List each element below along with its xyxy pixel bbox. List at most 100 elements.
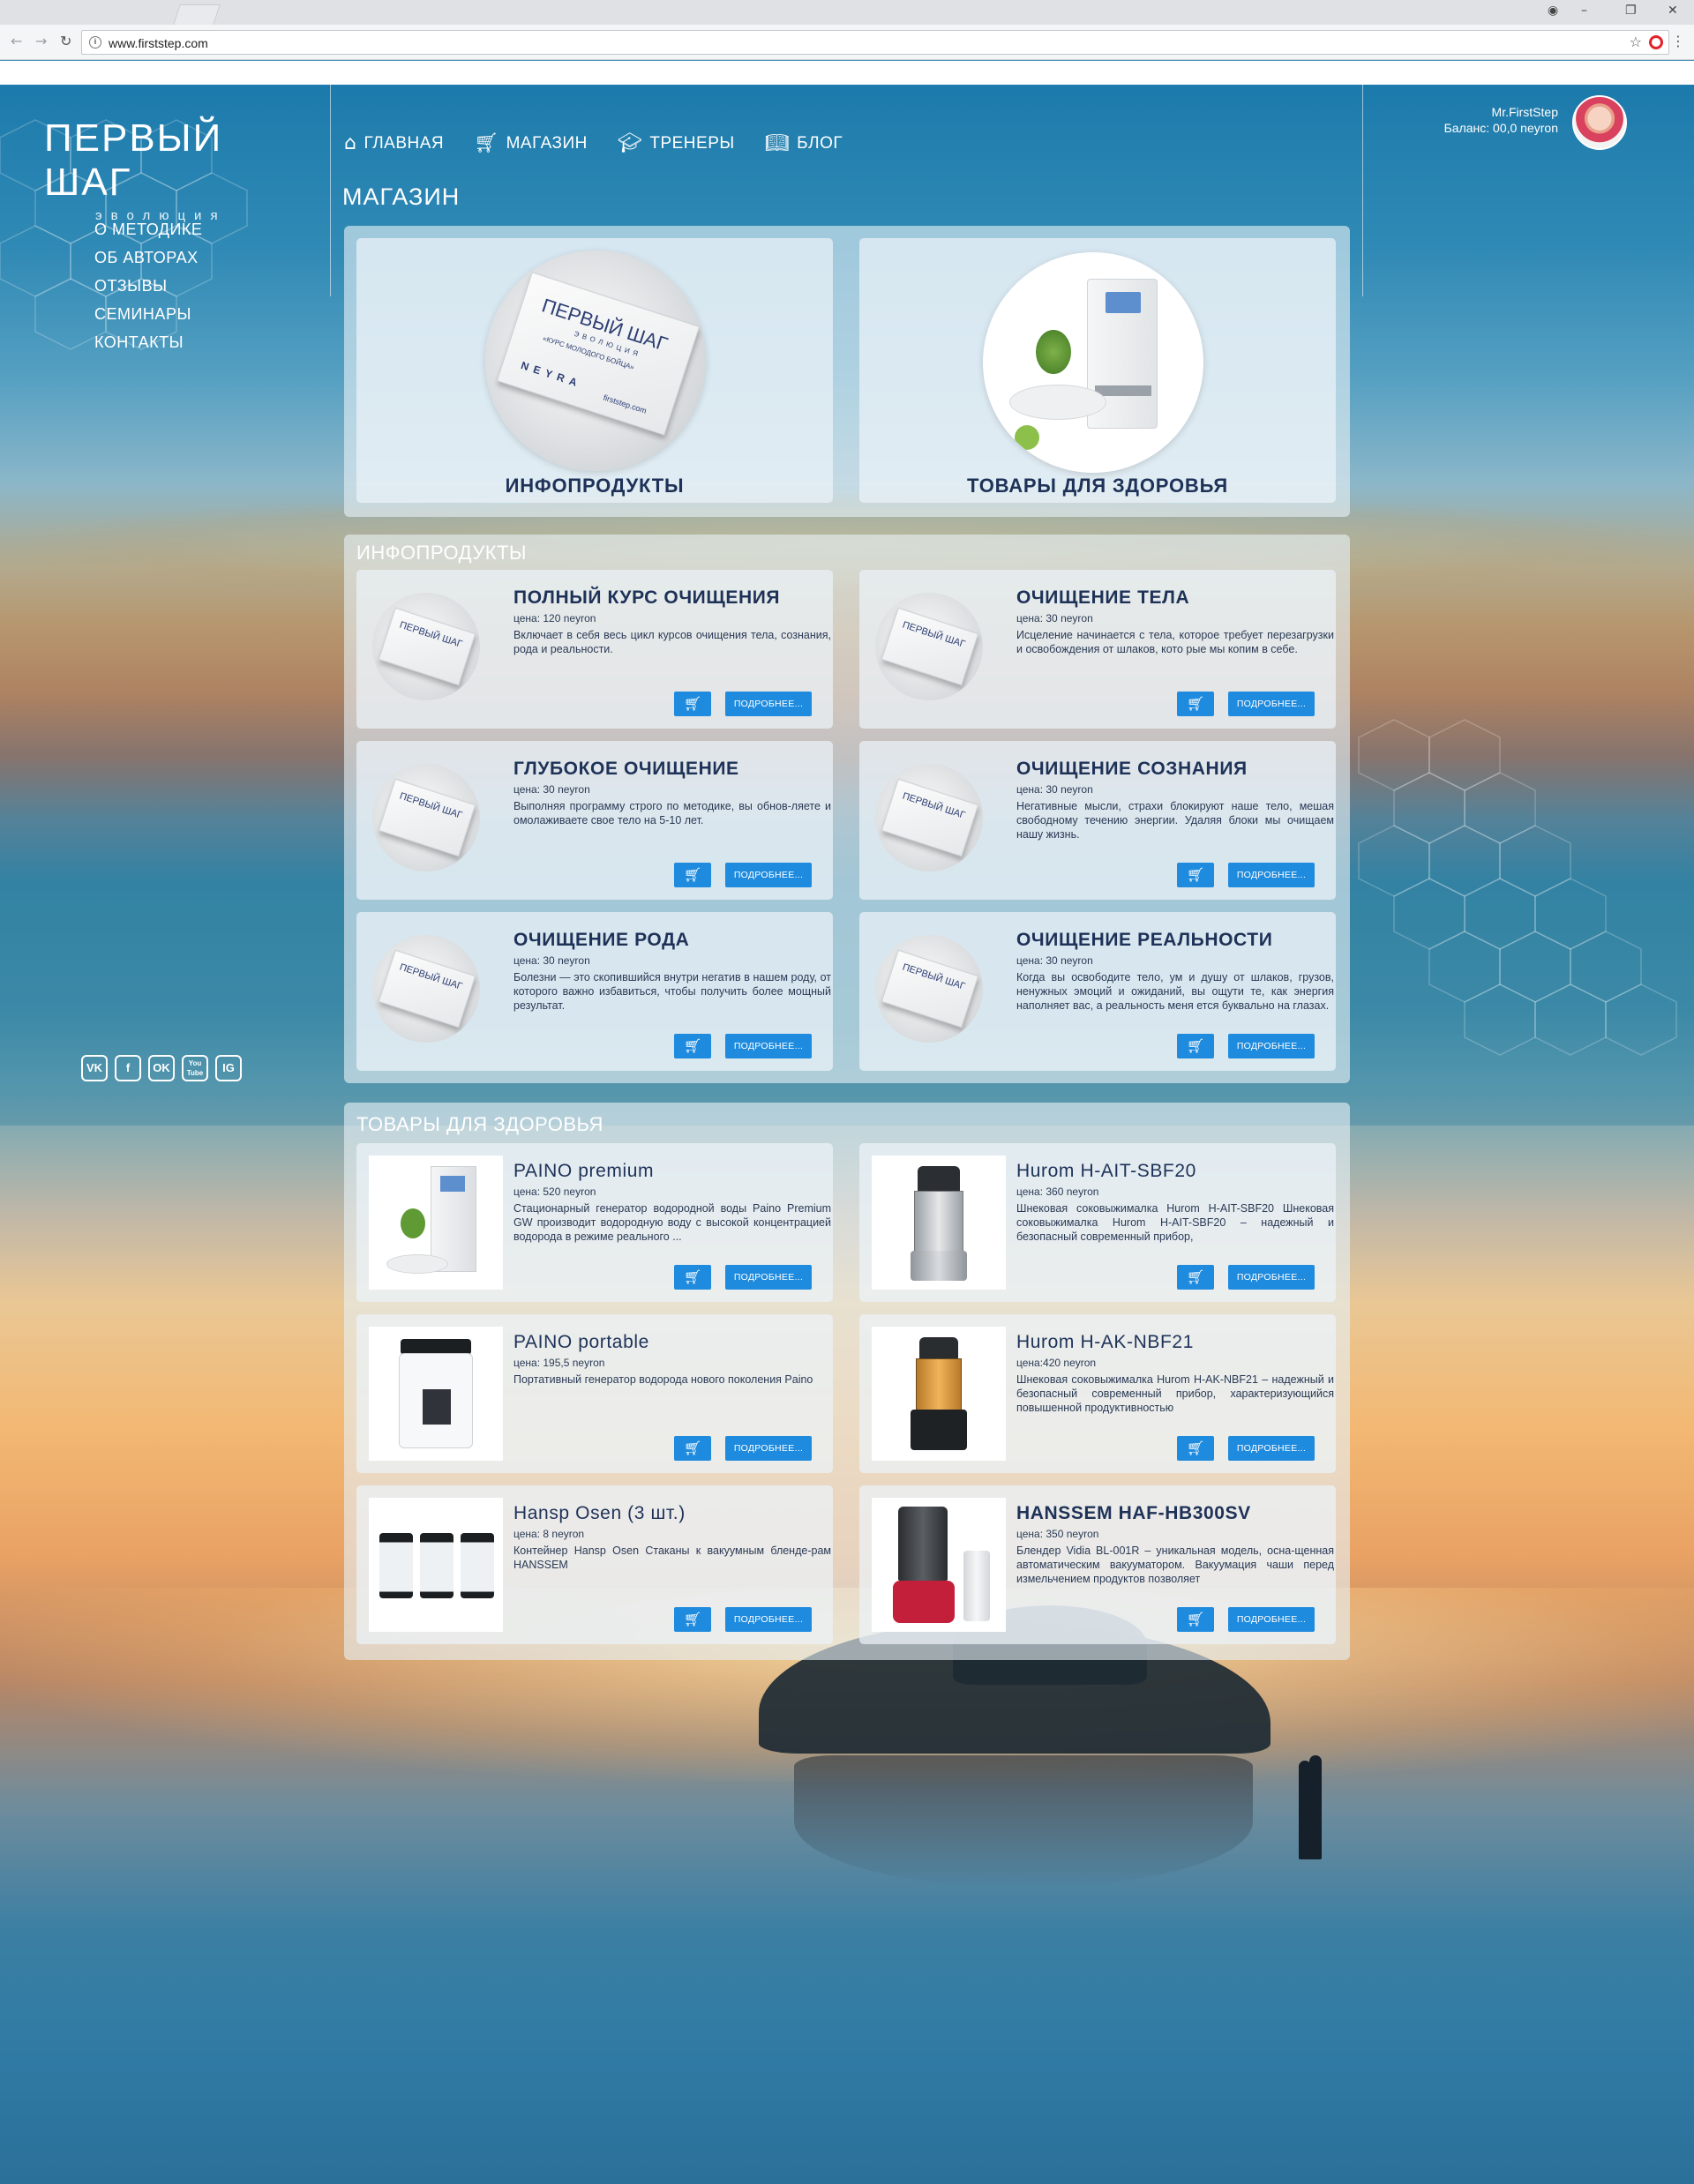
product-price: цена: 120 neyron <box>513 612 596 625</box>
product-title[interactable]: Hansp Osen (3 шт.) <box>513 1503 686 1524</box>
category-infoproducts[interactable]: ПЕРВЫЙ ШАГ ЭВОЛЮЦИЯ «КУРС МОЛОДОГО БОЙЦА… <box>356 238 833 503</box>
product-card[interactable]: HANSSEM HAF-HB300SV цена: 350 neyron Бле… <box>859 1485 1336 1644</box>
product-description: Включает в себя весь цикл курсов очищени… <box>513 629 831 655</box>
product-title[interactable]: Hurom H-AIT-SBF20 <box>1016 1161 1196 1182</box>
add-to-cart-button[interactable]: 🛒︎ <box>674 1436 711 1461</box>
product-title[interactable]: ОЧИЩЕНИЕ ТЕЛА <box>1016 587 1189 609</box>
nav-shop[interactable]: 🛒︎ МАГАЗИН <box>474 132 588 154</box>
add-to-cart-button[interactable]: 🛒︎ <box>674 863 711 887</box>
add-to-cart-button[interactable]: 🛒︎ <box>674 1034 711 1058</box>
plant <box>1036 330 1071 374</box>
bookmark-star-icon[interactable]: ☆ <box>1630 34 1642 50</box>
product-price: цена: 195,5 neyron <box>513 1357 605 1369</box>
product-title[interactable]: HANSSEM HAF-HB300SV <box>1016 1503 1251 1524</box>
side-nav-about-method[interactable]: О МЕТОДИКЕ <box>94 221 202 239</box>
product-title[interactable]: ПОЛНЫЙ КУРС ОЧИЩЕНИЯ <box>513 587 780 609</box>
side-nav-about-authors[interactable]: ОБ АВТОРАХ <box>94 249 202 267</box>
more-button[interactable]: ПОДРОБНЕЕ... <box>725 1607 812 1632</box>
add-to-cart-button[interactable]: 🛒︎ <box>674 1607 711 1632</box>
header-divider-left <box>330 85 331 296</box>
facebook-icon[interactable]: f <box>115 1055 141 1081</box>
product-image <box>369 1156 503 1290</box>
product-card[interactable]: ПЕРВЫЙ ШАГ ОЧИЩЕНИЕ РОДА цена: 30 neyron… <box>356 912 833 1071</box>
product-price: цена:420 neyron <box>1016 1357 1097 1369</box>
add-to-cart-button[interactable]: 🛒︎ <box>674 1265 711 1290</box>
product-image <box>369 1327 503 1461</box>
cart-plus-icon: 🛒︎ <box>1186 695 1205 712</box>
more-button[interactable]: ПОДРОБНЕЕ... <box>1228 863 1315 887</box>
product-card[interactable]: ПЕРВЫЙ ШАГ ОЧИЩЕНИЕ ТЕЛА цена: 30 neyron… <box>859 570 1336 729</box>
browser-menu-icon[interactable]: ⋮ <box>1671 33 1685 49</box>
vk-icon[interactable]: VK <box>81 1055 108 1081</box>
product-price: цена: 8 neyron <box>513 1528 585 1540</box>
product-card[interactable]: PAINO portable цена: 195,5 neyron Портат… <box>356 1314 833 1473</box>
nav-home[interactable]: ⌂ ГЛАВНАЯ <box>344 132 444 154</box>
more-button[interactable]: ПОДРОБНЕЕ... <box>1228 1265 1315 1290</box>
nav-trainers-label: ТРЕНЕРЫ <box>649 133 735 153</box>
product-card[interactable]: Hansp Osen (3 шт.) цена: 8 neyron Контей… <box>356 1485 833 1644</box>
product-card[interactable]: Hurom H-AIT-SBF20 цена: 360 neyron Шнеко… <box>859 1143 1336 1302</box>
more-button[interactable]: ПОДРОБНЕЕ... <box>725 1436 812 1461</box>
product-card[interactable]: ПЕРВЫЙ ШАГ ОЧИЩЕНИЕ СОЗНАНИЯ цена: 30 ne… <box>859 741 1336 900</box>
product-card[interactable]: Hurom H-AK-NBF21 цена:420 neyron Шнекова… <box>859 1314 1336 1473</box>
product-title[interactable]: Hurom H-AK-NBF21 <box>1016 1332 1194 1353</box>
add-to-cart-button[interactable]: 🛒︎ <box>1177 1607 1214 1632</box>
more-button[interactable]: ПОДРОБНЕЕ... <box>1228 1034 1315 1058</box>
product-description: Исцеление начинается с тела, которое тре… <box>1016 629 1334 655</box>
avatar[interactable] <box>1572 95 1627 150</box>
category-health-label: ТОВАРЫ ДЛЯ ЗДОРОВЬЯ <box>967 475 1228 497</box>
product-card[interactable]: ПЕРВЫЙ ШАГ ГЛУБОКОЕ ОЧИЩЕНИЕ цена: 30 ne… <box>356 741 833 900</box>
product-title[interactable]: PAINO premium <box>513 1161 654 1182</box>
user-balance: Баланс: 00,0 neyron <box>1443 121 1558 135</box>
nav-trainers[interactable]: 🎓︎ ТРЕНЕРЫ <box>618 132 735 154</box>
add-to-cart-button[interactable]: 🛒︎ <box>1177 692 1214 716</box>
reload-icon[interactable]: ↻ <box>60 33 71 49</box>
add-to-cart-button[interactable]: 🛒︎ <box>1177 863 1214 887</box>
url-text[interactable]: www.firststep.com <box>109 36 208 50</box>
more-button[interactable]: ПОДРОБНЕЕ... <box>725 1265 812 1290</box>
product-card[interactable]: PAINO premium цена: 520 neyron Стационар… <box>356 1143 833 1302</box>
product-image: ПЕРВЫЙ ШАГ <box>875 593 983 700</box>
category-health[interactable]: ТОВАРЫ ДЛЯ ЗДОРОВЬЯ <box>859 238 1336 503</box>
odnoklassniki-icon[interactable]: OK <box>148 1055 175 1081</box>
product-card[interactable]: ПЕРВЫЙ ШАГ ОЧИЩЕНИЕ РЕАЛЬНОСТИ цена: 30 … <box>859 912 1336 1071</box>
more-button[interactable]: ПОДРОБНЕЕ... <box>1228 1607 1315 1632</box>
product-image <box>369 1498 503 1632</box>
site-logo[interactable]: ПЕРВЫЙ ШАГ эволюция <box>44 116 300 223</box>
more-button[interactable]: ПОДРОБНЕЕ... <box>1228 1436 1315 1461</box>
minimize-icon[interactable]: – <box>1581 4 1587 18</box>
site-info-icon[interactable]: i <box>89 36 101 49</box>
address-bar[interactable]: i www.firststep.com ☆ <box>81 30 1669 55</box>
product-title[interactable]: ГЛУБОКОЕ ОЧИЩЕНИЕ <box>513 759 739 780</box>
more-button[interactable]: ПОДРОБНЕЕ... <box>725 863 812 887</box>
back-icon[interactable]: ← <box>11 33 22 49</box>
product-title[interactable]: ОЧИЩЕНИЕ РОДА <box>513 930 689 951</box>
product-card[interactable]: ПЕРВЫЙ ШАГ ПОЛНЫЙ КУРС ОЧИЩЕНИЯ цена: 12… <box>356 570 833 729</box>
product-title[interactable]: ОЧИЩЕНИЕ РЕАЛЬНОСТИ <box>1016 930 1272 951</box>
more-button[interactable]: ПОДРОБНЕЕ... <box>1228 692 1315 716</box>
new-tab-button[interactable] <box>173 4 221 25</box>
infoproducts-panel: ИНФОПРОДУКТЫ ПЕРВЫЙ ШАГ ПОЛНЫЙ КУРС ОЧИЩ… <box>344 535 1350 1083</box>
nav-blog[interactable]: 📖︎ БЛОГ <box>765 132 843 154</box>
profile-icon[interactable]: ◉ <box>1548 4 1558 18</box>
forward-icon[interactable]: → <box>35 33 47 49</box>
product-description: Блендер Vidia BL-001R – уникальная модел… <box>1016 1545 1334 1585</box>
add-to-cart-button[interactable]: 🛒︎ <box>1177 1265 1214 1290</box>
more-button[interactable]: ПОДРОБНЕЕ... <box>725 1034 812 1058</box>
instagram-icon[interactable]: IG <box>215 1055 242 1081</box>
close-icon[interactable]: ✕ <box>1668 4 1678 18</box>
youtube-icon[interactable]: You Tube <box>182 1055 208 1081</box>
product-title[interactable]: PAINO portable <box>513 1332 649 1353</box>
more-button[interactable]: ПОДРОБНЕЕ... <box>725 692 812 716</box>
add-to-cart-button[interactable]: 🛒︎ <box>1177 1436 1214 1461</box>
opera-icon[interactable] <box>1649 35 1663 49</box>
side-nav-seminars[interactable]: СЕМИНАРЫ <box>94 305 202 324</box>
product-description: Контейнер Hansp Osen Стаканы к вакуумным… <box>513 1545 831 1571</box>
side-nav-contacts[interactable]: КОНТАКТЫ <box>94 333 202 352</box>
side-nav-reviews[interactable]: ОТЗЫВЫ <box>94 277 202 295</box>
restore-icon[interactable]: ❐ <box>1625 4 1637 18</box>
product-title[interactable]: ОЧИЩЕНИЕ СОЗНАНИЯ <box>1016 759 1248 780</box>
add-to-cart-button[interactable]: 🛒︎ <box>1177 1034 1214 1058</box>
add-to-cart-button[interactable]: 🛒︎ <box>674 692 711 716</box>
user-info[interactable]: Mr.FirstStep Баланс: 00,0 neyron <box>1444 104 1558 136</box>
